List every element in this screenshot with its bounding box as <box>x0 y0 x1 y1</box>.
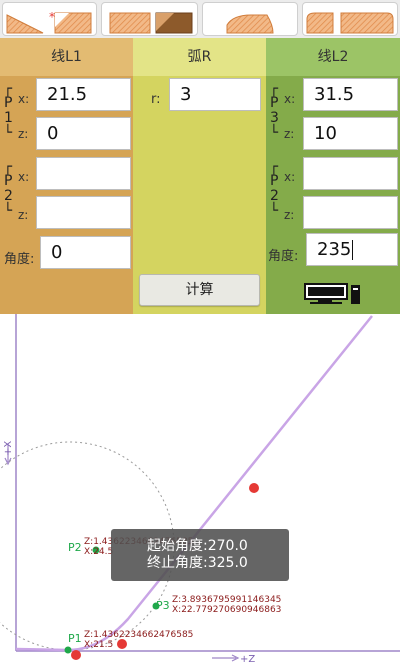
l2-x1-label: x: <box>284 92 296 106</box>
red-point-start <box>71 650 81 660</box>
l2-z2-input[interactable] <box>303 196 398 229</box>
z-axis-label: +Z <box>240 654 255 665</box>
l1-z1-input[interactable]: 0 <box>36 117 131 150</box>
svg-text:*: * <box>49 10 55 24</box>
chamfer-shape-icon: * <box>6 10 92 34</box>
l1-x2-input[interactable] <box>36 157 131 190</box>
toolpath-plot[interactable]: +X +Z P1 Z:1.4362234662476585 X:21.5 P2 … <box>0 314 400 666</box>
arc-r-title: 弧R <box>133 38 266 76</box>
l2-x1-input[interactable]: 31.5 <box>303 78 398 111</box>
l1-z2-input[interactable] <box>36 196 131 229</box>
step-shape-icon <box>109 12 193 34</box>
end-angle-text: 终止角度:325.0 <box>147 555 248 571</box>
p3-label: P3 <box>156 599 170 612</box>
p2-bracket-l2: ┌ P2 └ <box>269 159 279 219</box>
tab-shape-arc[interactable] <box>202 2 298 36</box>
p1-label: P1 <box>68 632 82 645</box>
l1-x2-label: x: <box>18 170 30 184</box>
p1-x-value: X:21.5 <box>84 640 113 650</box>
tab-shape-step[interactable] <box>101 2 198 36</box>
text-caret <box>352 240 354 260</box>
computer-icon[interactable] <box>304 283 362 305</box>
red-point-line <box>249 483 259 493</box>
arc-shape-icon <box>226 14 274 34</box>
p3-bracket: ┌ P3 └ <box>269 81 279 141</box>
l2-z2-label: z: <box>284 208 295 222</box>
l1-z2-label: z: <box>18 208 29 222</box>
round-shape-icon <box>306 12 394 34</box>
l2-x2-input[interactable] <box>303 157 398 190</box>
tab-shape-chamfer[interactable]: * <box>2 2 97 36</box>
p3-x-value: X:22.779270690946863 <box>172 605 281 615</box>
calculate-button[interactable]: 计算 <box>139 274 260 306</box>
l2-z1-input[interactable]: 10 <box>303 117 398 150</box>
line-l2-title: 线L2 <box>266 38 400 76</box>
l2-x2-label: x: <box>284 170 296 184</box>
l1-z1-label: z: <box>18 127 29 141</box>
r-label: r: <box>151 92 161 107</box>
p2-bracket-l1: ┌ P2 └ <box>3 159 13 219</box>
l2-angle-input[interactable]: 235 <box>306 233 398 266</box>
l1-x1-label: x: <box>18 92 30 106</box>
l2-angle-value: 235 <box>317 239 352 260</box>
l1-x1-input[interactable]: 21.5 <box>36 78 131 111</box>
p1-z-value: Z:1.4362234662476585 <box>84 630 193 640</box>
p2-label: P2 <box>68 541 82 554</box>
l1-angle-label: 角度: <box>4 252 35 267</box>
start-angle-text: 起始角度:270.0 <box>147 538 248 554</box>
p1-bracket: ┌ P1 └ <box>3 81 13 141</box>
red-point-arc <box>117 639 127 649</box>
angle-toast: 起始角度:270.0 终止角度:325.0 <box>111 529 289 581</box>
l2-z1-label: z: <box>284 127 295 141</box>
tab-shape-round[interactable] <box>302 2 398 36</box>
line-l1-title: 线L1 <box>0 38 133 76</box>
p2-x-value: X:24.5 <box>84 547 113 557</box>
l1-angle-input[interactable]: 0 <box>40 236 131 269</box>
shape-tabs: * <box>0 0 400 38</box>
r-input[interactable]: 3 <box>169 78 261 111</box>
p1-point[interactable] <box>64 646 72 654</box>
p3-z-value: Z:3.8936795991146345 <box>172 595 281 605</box>
x-axis-label: +X <box>3 441 14 456</box>
l2-angle-label: 角度: <box>268 249 299 264</box>
